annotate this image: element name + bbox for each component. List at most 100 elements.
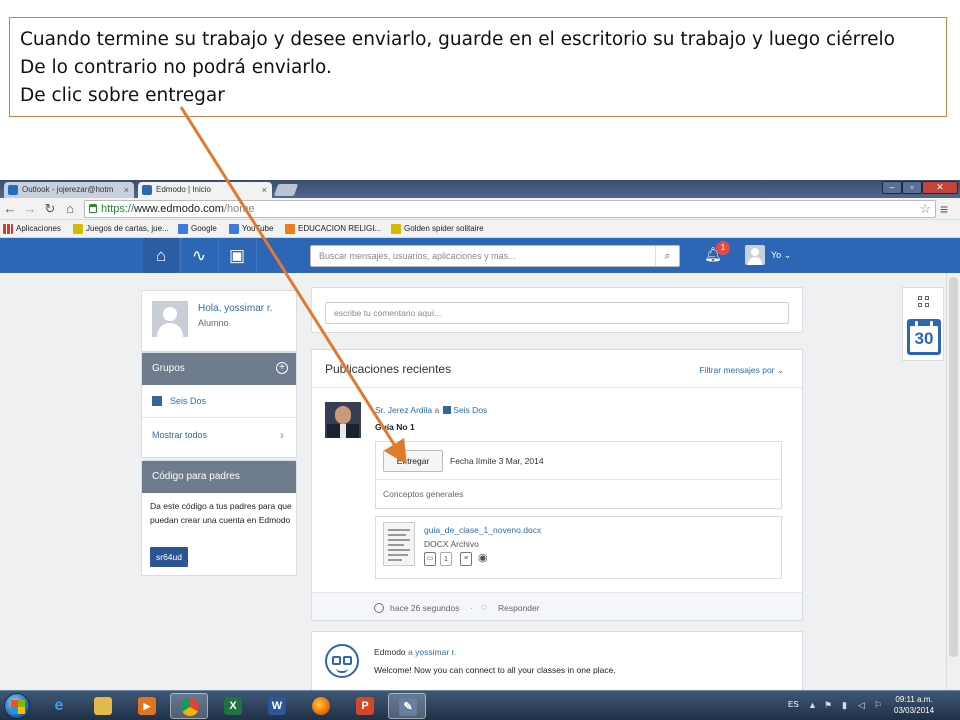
- instruction-line-1: Cuando termine su trabajo y desee enviar…: [20, 29, 895, 50]
- window-close-button[interactable]: ✕: [922, 181, 958, 194]
- taskbar-clock[interactable]: 09:11 a.m. 03/03/2014: [894, 694, 934, 716]
- parent-code-badge: sr64ud: [150, 547, 188, 567]
- bookmark-educacion[interactable]: EDUCACION RELIGI...: [285, 220, 381, 238]
- post-group-link[interactable]: Seis Dos: [453, 405, 487, 415]
- new-tab-button[interactable]: [273, 184, 299, 196]
- welcome-message: Welcome! Now you can connect to all your…: [374, 665, 616, 675]
- profile-role: Alumno: [198, 318, 229, 328]
- page-scrollbar[interactable]: [946, 273, 960, 690]
- reply-link[interactable]: Responder: [498, 593, 540, 620]
- bookmark-youtube[interactable]: YouTube: [229, 220, 273, 238]
- post-time: hace 26 segundos: [390, 603, 460, 613]
- back-icon[interactable]: ←: [2, 201, 18, 217]
- welcome-recipient-link[interactable]: yossimar r.: [415, 647, 456, 657]
- address-bar[interactable]: https://www.edmodo.com/home ☆: [84, 200, 936, 218]
- tab-edmodo[interactable]: Edmodo | Inicio ×: [138, 182, 272, 198]
- close-icon[interactable]: ×: [124, 182, 129, 198]
- parent-code-text: Da este código a tus padres para que pue…: [150, 501, 292, 525]
- show-all-label: Mostrar todos: [152, 430, 208, 440]
- instruction-line-2: De lo contrario no podrá enviarlo.: [20, 57, 332, 78]
- filter-posts-dropdown[interactable]: Filtrar mensajes por ⌄: [699, 365, 784, 376]
- start-button[interactable]: [4, 693, 30, 719]
- view-eye-icon[interactable]: ◉: [478, 552, 488, 566]
- group-label: Seis Dos: [170, 396, 207, 406]
- assignment-description: Conceptos generales: [376, 479, 781, 509]
- bookmark-label: YouTube: [242, 224, 274, 233]
- tab-strip: Outlook - jojerezar@hotm × Edmodo | Inic…: [0, 180, 960, 198]
- volume-icon[interactable]: ◁: [858, 700, 865, 711]
- teacher-avatar[interactable]: [325, 402, 361, 438]
- bookmark-star-icon[interactable]: ☆: [919, 201, 931, 217]
- save-to-library-icon[interactable]: ▭: [424, 552, 436, 566]
- group-item-seis-dos[interactable]: Seis Dos: [142, 385, 296, 418]
- excel-icon[interactable]: X: [214, 693, 252, 719]
- tray-expand-icon[interactable]: ▲: [808, 700, 817, 710]
- search-input[interactable]: Buscar mensajes, usuarios, aplicaciones …: [310, 245, 680, 267]
- paint-icon[interactable]: ✎: [388, 693, 426, 719]
- edmodo-favicon-icon: [142, 185, 152, 195]
- calendar-icon[interactable]: 30: [907, 319, 941, 355]
- widget-column: 30: [902, 287, 944, 361]
- close-icon[interactable]: ×: [262, 182, 267, 198]
- bookmark-spider-solitaire[interactable]: Golden spider solitaire: [391, 220, 484, 238]
- internet-explorer-icon[interactable]: e: [40, 693, 78, 719]
- annotate-icon[interactable]: ≡: [460, 552, 472, 566]
- reply-icon[interactable]: ◌: [481, 593, 487, 620]
- instruction-line-3: De clic sobre entregar: [20, 85, 225, 106]
- firefox-icon[interactable]: [302, 693, 340, 719]
- media-player-icon[interactable]: ▶: [128, 693, 166, 719]
- chevron-down-icon: ⌄: [776, 365, 784, 375]
- home-icon[interactable]: ⌂: [62, 201, 78, 217]
- post-title[interactable]: Guía No 1: [375, 422, 415, 432]
- forward-icon[interactable]: →: [22, 201, 38, 217]
- user-menu[interactable]: Yo ⌄: [771, 238, 791, 273]
- chrome-icon[interactable]: [170, 693, 208, 719]
- due-date: Fecha límite 3 Mar, 2014: [450, 456, 544, 466]
- show-all-groups-link[interactable]: Mostrar todos ›: [142, 419, 296, 451]
- action-center-icon[interactable]: ⚐: [874, 700, 882, 711]
- post-author-link[interactable]: Sr. Jerez Ardila: [375, 405, 432, 415]
- edmodo-logo-icon: [325, 644, 359, 678]
- search-icon[interactable]: ⌕: [655, 246, 679, 266]
- attachment-link[interactable]: guia_de_clase_1_noveno.docx: [424, 525, 541, 535]
- bookmark-card-games[interactable]: Juegos de cartas, jue...: [73, 220, 169, 238]
- post-connector: a: [434, 405, 440, 415]
- file-explorer-icon[interactable]: [84, 693, 122, 719]
- minimize-button[interactable]: ‒: [882, 181, 902, 194]
- slide: Cuando termine su trabajo y desee enviar…: [0, 0, 960, 720]
- powerpoint-icon[interactable]: P: [346, 693, 384, 719]
- avatar-head: [751, 248, 759, 256]
- chevron-right-icon: ›: [280, 428, 284, 442]
- add-group-icon[interactable]: +: [276, 362, 288, 374]
- groups-card: Grupos + Seis Dos Mostrar todos ›: [141, 352, 297, 458]
- network-icon[interactable]: ▮: [842, 700, 847, 711]
- language-indicator[interactable]: ES: [788, 700, 799, 709]
- post-byline: Sr. Jerez Ardila a Seis Dos: [375, 405, 487, 415]
- toolbar: ← → ↻ ⌂ https://www.edmodo.com/home ☆ ≡: [0, 198, 960, 220]
- planner-nav-icon[interactable]: ▣: [219, 238, 255, 273]
- reload-icon[interactable]: ↻: [42, 201, 58, 217]
- calendar-day: 30: [910, 326, 938, 352]
- document-thumbnail[interactable]: [383, 522, 415, 566]
- comment-input[interactable]: escribe tu comentario aquí...: [325, 302, 789, 324]
- tab-outlook[interactable]: Outlook - jojerezar@hotm ×: [4, 182, 134, 198]
- scrollbar-thumb[interactable]: [949, 277, 958, 657]
- user-avatar[interactable]: [745, 245, 765, 265]
- avatar[interactable]: [152, 301, 188, 337]
- bookmark-apps[interactable]: Aplicaciones: [3, 220, 61, 238]
- word-icon[interactable]: W: [258, 693, 296, 719]
- url-scheme: https://: [101, 203, 135, 215]
- home-nav-icon[interactable]: ⌂: [143, 238, 179, 273]
- apps-grid-icon[interactable]: [918, 296, 930, 308]
- flag-icon[interactable]: ⚑: [824, 700, 832, 711]
- activity-nav-icon[interactable]: ∿: [181, 238, 217, 273]
- group-color-swatch: [443, 406, 452, 414]
- clock-time: 09:11 a.m.: [895, 695, 933, 704]
- turn-in-button[interactable]: Entregar: [383, 450, 443, 472]
- bookmark-google[interactable]: Google: [178, 220, 217, 238]
- bookmark-label: Golden spider solitaire: [404, 224, 484, 233]
- profile-greeting[interactable]: Hola, yossimar r.: [198, 303, 272, 314]
- chevron-down-icon: ⌄: [783, 250, 792, 260]
- maximize-button[interactable]: ▫: [902, 181, 922, 194]
- browser-menu-icon[interactable]: ≡: [940, 201, 948, 217]
